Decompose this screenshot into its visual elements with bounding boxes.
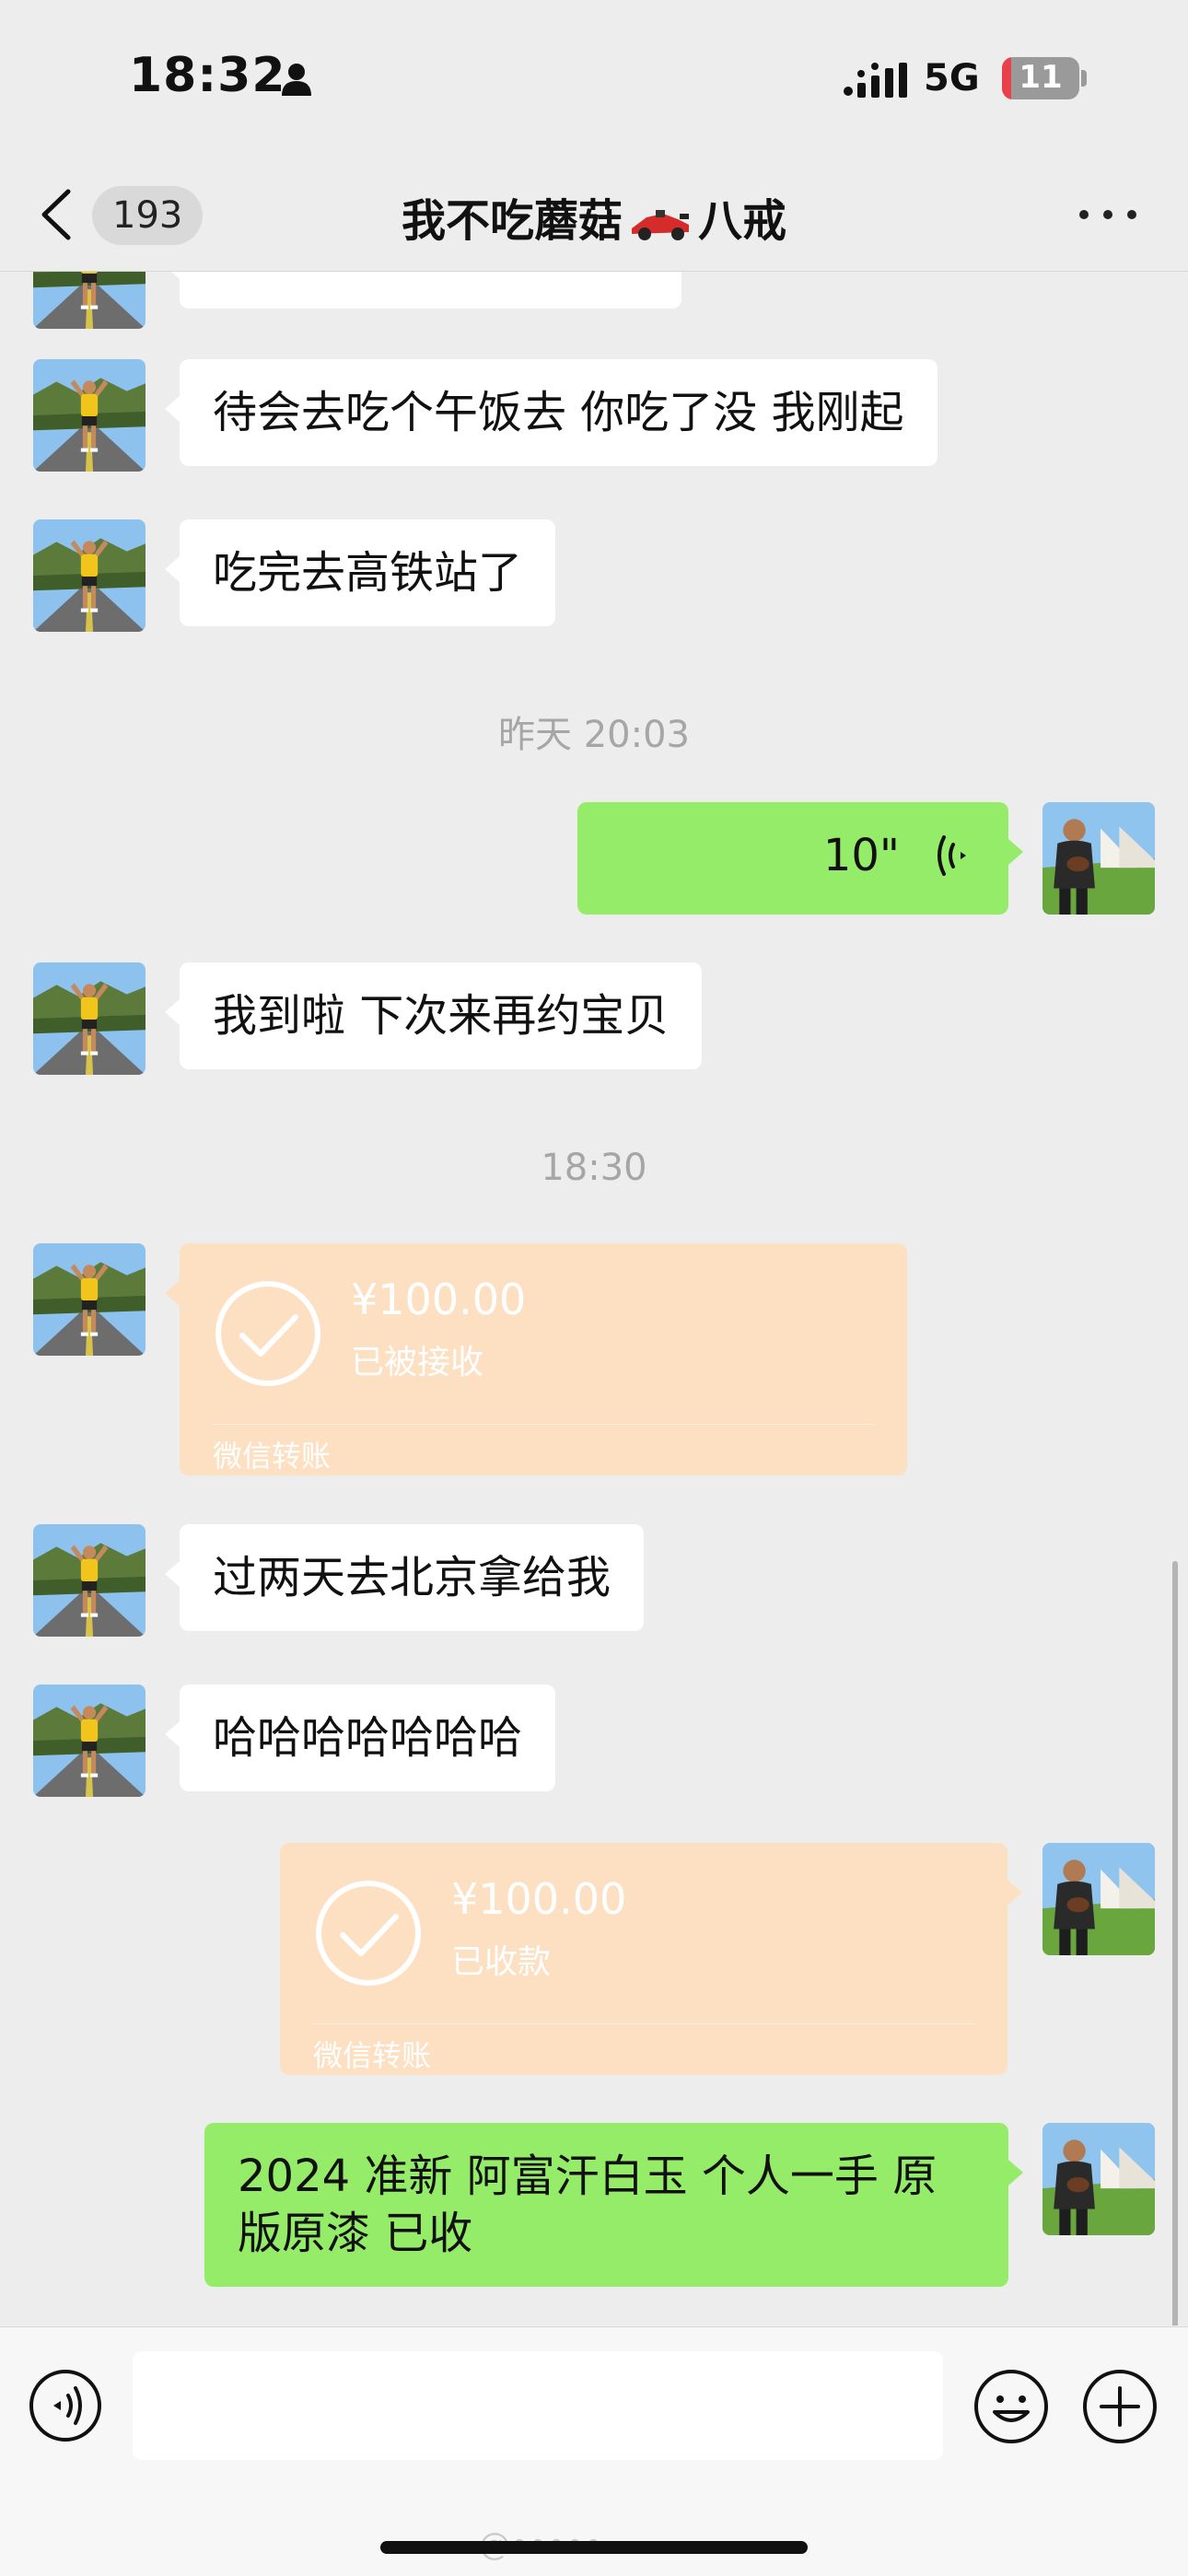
my-avatar[interactable] [1042, 1843, 1155, 1955]
unread-count-badge: 193 [92, 186, 204, 245]
timestamp: 18:30 [541, 1147, 647, 1189]
message-bubble[interactable]: 我到啦 下次来再约宝贝 [164, 962, 703, 1069]
more-dots-icon [1079, 210, 1089, 219]
contact-avatar[interactable] [33, 359, 146, 472]
contact-avatar[interactable] [33, 962, 146, 1075]
voice-message-bubble[interactable]: 10" [577, 802, 1023, 915]
transfer-divider [213, 1424, 874, 1425]
message-bubble-partial[interactable] [165, 272, 681, 309]
battery-icon: 11 [1002, 57, 1079, 99]
message-bubble[interactable]: 2024 准新 阿富汗白玉 个人一手 原版原漆 已收 [204, 2123, 1023, 2287]
transfer-brand: 微信转账 [213, 1439, 332, 1474]
message-bubble[interactable]: 哈哈哈哈哈哈哈 [164, 1684, 556, 1791]
transfer-status: 已被接收 [351, 1344, 484, 1381]
emoji-icon[interactable] [973, 2368, 1050, 2445]
chat-title-nickname[interactable]: 八戒 [698, 195, 786, 247]
transfer-card[interactable]: ¥100.00 已被接收 微信转账 [165, 1243, 907, 1475]
voice-input-icon[interactable] [28, 2368, 103, 2443]
my-avatar[interactable] [1042, 2123, 1155, 2235]
message-list[interactable]: 待会去吃个午饭去 你吃了没 我刚起 吃完去高铁站了 昨天 20:03 10" 我… [0, 272, 1188, 2325]
message-bubble[interactable]: 过两天去北京拿给我 [164, 1524, 645, 1631]
network-type: 5G [924, 57, 980, 99]
transfer-card[interactable]: ¥100.00 已收款 微信转账 [280, 1843, 1022, 2075]
message-input[interactable] [133, 2351, 943, 2460]
message-bubble[interactable]: 待会去吃个午饭去 你吃了没 我刚起 [165, 359, 938, 466]
chevron-left-icon [41, 189, 71, 240]
chat-header: 193 我不吃蘑菇 八戒 [0, 157, 1188, 272]
my-avatar[interactable] [1042, 802, 1155, 915]
transfer-amount: ¥100.00 [351, 1275, 527, 1324]
scrollbar[interactable] [1172, 1561, 1178, 2325]
contact-avatar[interactable] [33, 1243, 146, 1356]
transfer-brand: 微信转账 [313, 2038, 432, 2073]
contact-avatar[interactable] [33, 519, 146, 632]
plus-icon[interactable] [1081, 2368, 1159, 2445]
contact-avatar[interactable] [33, 1524, 146, 1637]
race-car-icon [632, 210, 689, 240]
more-dot [1103, 210, 1112, 219]
back-button[interactable]: 193 [37, 182, 239, 247]
transfer-amount: ¥100.00 [451, 1874, 627, 1924]
transfer-divider [313, 2023, 974, 2024]
status-bar: 18:32 5G 11 [0, 0, 1188, 157]
contact-avatar[interactable] [33, 272, 146, 329]
more-dot [1127, 210, 1136, 219]
check-circle-icon [316, 1881, 421, 1986]
home-indicator[interactable] [380, 2541, 808, 2554]
contact-avatar[interactable] [33, 1684, 146, 1797]
voice-duration: 10" [822, 830, 900, 881]
timestamp: 昨天 20:03 [498, 714, 690, 756]
check-circle-icon [215, 1281, 320, 1386]
more-options-button[interactable] [1076, 193, 1142, 234]
battery-tip [1081, 70, 1087, 87]
transfer-status: 已收款 [451, 1943, 552, 1981]
battery-level: 11 [1019, 59, 1063, 96]
voice-wave-icon [938, 835, 966, 876]
status-time: 18:32 [129, 48, 286, 103]
person-icon [282, 64, 311, 96]
signal-icon [844, 63, 907, 98]
message-bubble[interactable]: 吃完去高铁站了 [164, 519, 556, 626]
chat-title-name[interactable]: 我不吃蘑菇 [402, 195, 623, 247]
input-bar: @••••• [0, 2326, 1188, 2576]
